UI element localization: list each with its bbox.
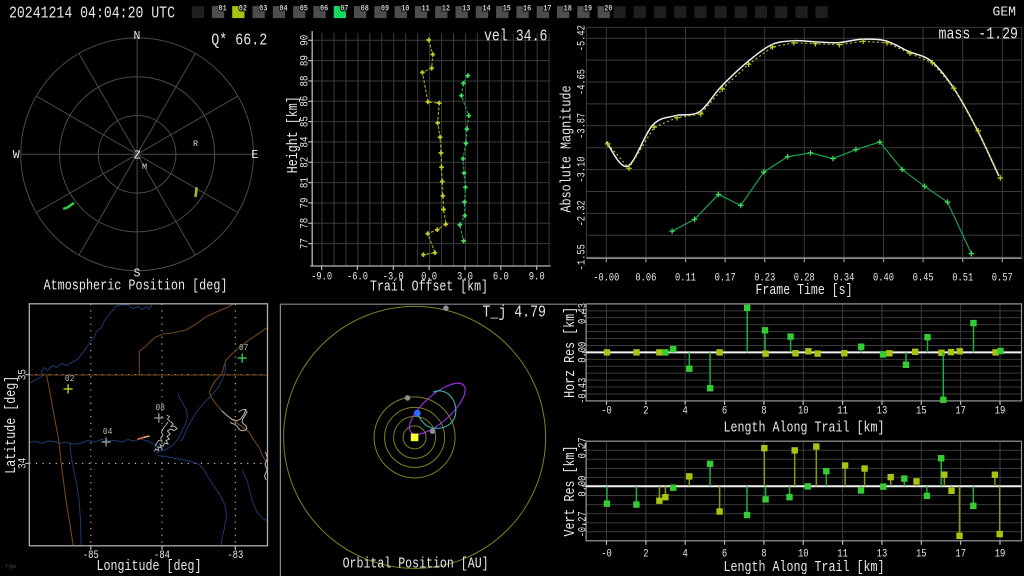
svg-text:05: 05 bbox=[300, 4, 308, 14]
svg-text:-0: -0 bbox=[601, 549, 612, 561]
svg-text:2: 2 bbox=[643, 549, 648, 561]
svg-text:R: R bbox=[193, 139, 198, 149]
svg-text:12: 12 bbox=[442, 4, 450, 14]
svg-text:06: 06 bbox=[320, 4, 328, 14]
svg-text:09: 09 bbox=[381, 4, 389, 14]
svg-text:-6.0: -6.0 bbox=[347, 272, 368, 284]
svg-text:78: 78 bbox=[300, 218, 312, 229]
svg-text:16: 16 bbox=[523, 4, 531, 14]
svg-text:-3.87: -3.87 bbox=[576, 113, 588, 139]
svg-text:0.00: 0.00 bbox=[577, 476, 589, 497]
svg-text:4: 4 bbox=[683, 406, 689, 418]
svg-text:Frame Time [s]: Frame Time [s] bbox=[756, 282, 853, 299]
svg-text:4: 4 bbox=[683, 549, 689, 561]
svg-text:17: 17 bbox=[543, 4, 551, 14]
svg-text:07: 07 bbox=[239, 343, 249, 353]
svg-text:18: 18 bbox=[564, 4, 572, 14]
svg-text:17: 17 bbox=[955, 406, 966, 418]
svg-text:0.11: 0.11 bbox=[675, 273, 696, 285]
svg-text:0.40: 0.40 bbox=[873, 273, 894, 285]
svg-text:Orbital Position [AU]: Orbital Position [AU] bbox=[343, 556, 489, 573]
svg-text:0.57: 0.57 bbox=[992, 273, 1013, 285]
svg-text:6.0: 6.0 bbox=[493, 272, 509, 284]
svg-text:-0.27: -0.27 bbox=[577, 511, 589, 537]
svg-text:-0.43: -0.43 bbox=[577, 378, 589, 404]
svg-text:11: 11 bbox=[422, 4, 430, 14]
svg-text:10: 10 bbox=[401, 4, 409, 14]
svg-text:Longitude [deg]: Longitude [deg] bbox=[97, 558, 202, 575]
svg-text:02: 02 bbox=[239, 4, 247, 14]
svg-text:10: 10 bbox=[798, 406, 809, 418]
svg-text:89: 89 bbox=[300, 55, 312, 66]
svg-text:9.0: 9.0 bbox=[529, 272, 545, 284]
svg-text:T_j 4.79: T_j 4.79 bbox=[483, 304, 547, 323]
svg-text:14: 14 bbox=[482, 4, 490, 14]
svg-text:04: 04 bbox=[279, 4, 287, 14]
svg-text:-4.65: -4.65 bbox=[576, 69, 588, 95]
svg-text:08: 08 bbox=[156, 403, 166, 413]
svg-text:90: 90 bbox=[300, 35, 312, 46]
svg-text:rgw: rgw bbox=[5, 563, 16, 570]
svg-text:19: 19 bbox=[584, 4, 592, 14]
svg-text:19: 19 bbox=[995, 406, 1006, 418]
svg-text:-1.55: -1.55 bbox=[576, 244, 588, 270]
svg-text:0.51: 0.51 bbox=[952, 273, 973, 285]
svg-text:15: 15 bbox=[503, 4, 511, 14]
svg-text:Latitude [deg]: Latitude [deg] bbox=[3, 376, 20, 474]
svg-text:-9.0: -9.0 bbox=[311, 272, 332, 284]
svg-text:17: 17 bbox=[955, 549, 966, 561]
svg-text:GEM: GEM bbox=[993, 5, 1017, 21]
svg-text:0.43: 0.43 bbox=[577, 303, 589, 324]
svg-text:-83: -83 bbox=[227, 550, 243, 562]
svg-text:-0: -0 bbox=[601, 406, 612, 418]
svg-text:W: W bbox=[13, 149, 20, 162]
svg-text:81: 81 bbox=[300, 177, 312, 188]
svg-text:13: 13 bbox=[462, 4, 470, 14]
svg-text:Height [km]: Height [km] bbox=[285, 96, 302, 173]
svg-text:Trail Offset [km]: Trail Offset [km] bbox=[370, 279, 488, 296]
svg-text:20241214 04:04:20 UTC: 20241214 04:04:20 UTC bbox=[9, 5, 175, 24]
svg-text:20: 20 bbox=[604, 4, 612, 14]
svg-text:6: 6 bbox=[722, 406, 727, 418]
svg-text:13: 13 bbox=[877, 406, 888, 418]
svg-text:0.06: 0.06 bbox=[635, 273, 656, 285]
svg-text:15: 15 bbox=[916, 406, 927, 418]
svg-text:Horz Res [km]: Horz Res [km] bbox=[562, 307, 579, 398]
svg-text:2: 2 bbox=[643, 406, 648, 418]
svg-text:0.27: 0.27 bbox=[577, 437, 589, 458]
svg-text:07: 07 bbox=[340, 4, 348, 14]
svg-text:Absolute Magnitude: Absolute Magnitude bbox=[559, 86, 576, 213]
svg-text:0.17: 0.17 bbox=[715, 273, 736, 285]
svg-text:8: 8 bbox=[761, 406, 766, 418]
svg-text:-2.32: -2.32 bbox=[576, 200, 588, 226]
svg-text:15: 15 bbox=[916, 549, 927, 561]
svg-text:Z: Z bbox=[134, 149, 141, 162]
svg-text:Vert Res [km]: Vert Res [km] bbox=[562, 446, 579, 537]
svg-text:Length Along Trail [km]: Length Along Trail [km] bbox=[724, 420, 885, 437]
svg-text:Length Along Trail [km]: Length Along Trail [km] bbox=[724, 559, 885, 576]
svg-text:M: M bbox=[142, 162, 147, 172]
svg-text:N: N bbox=[134, 30, 141, 43]
svg-text:88: 88 bbox=[300, 75, 312, 86]
svg-text:02: 02 bbox=[65, 374, 75, 384]
svg-text:vel 34.6: vel 34.6 bbox=[484, 28, 548, 47]
svg-text:-3.10: -3.10 bbox=[576, 157, 588, 183]
svg-text:04: 04 bbox=[103, 427, 113, 437]
svg-text:19: 19 bbox=[995, 549, 1006, 561]
svg-text:0.45: 0.45 bbox=[913, 273, 934, 285]
svg-text:E: E bbox=[251, 149, 258, 162]
svg-text:-5.42: -5.42 bbox=[576, 25, 588, 51]
svg-text:Q* 66.2: Q* 66.2 bbox=[211, 31, 267, 50]
svg-text:0.00: 0.00 bbox=[577, 342, 589, 363]
svg-text:08: 08 bbox=[361, 4, 369, 14]
svg-text:-0.00: -0.00 bbox=[593, 273, 619, 285]
svg-text:79: 79 bbox=[300, 197, 312, 208]
svg-text:03: 03 bbox=[259, 4, 267, 14]
svg-text:11: 11 bbox=[837, 406, 848, 418]
svg-text:77: 77 bbox=[300, 238, 312, 249]
svg-text:Atmospheric Position [deg]: Atmospheric Position [deg] bbox=[44, 278, 228, 295]
svg-text:01: 01 bbox=[219, 4, 227, 14]
svg-text:mass -1.29: mass -1.29 bbox=[939, 26, 1019, 45]
